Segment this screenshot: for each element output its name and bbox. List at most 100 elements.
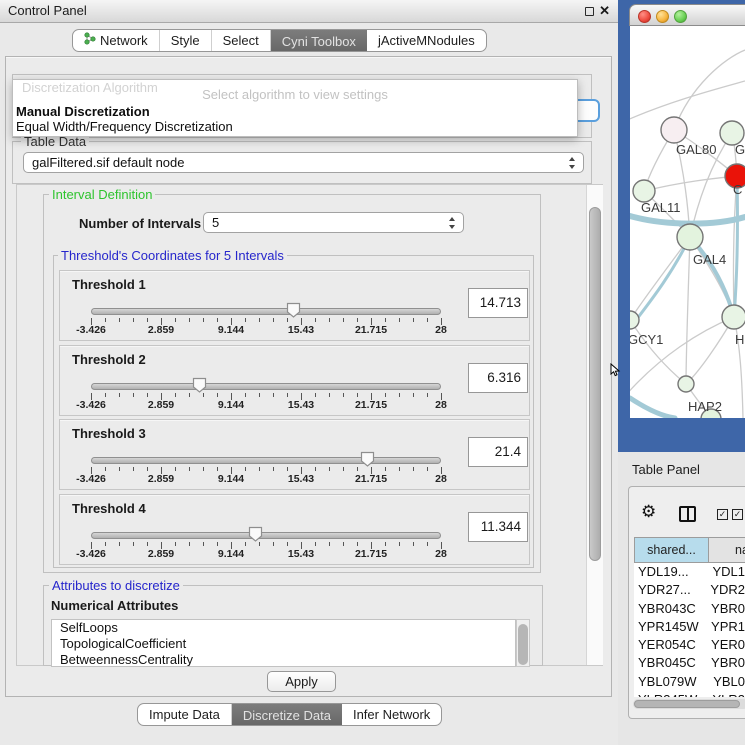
split-columns-icon[interactable] [679, 506, 696, 522]
tab-label: jActiveMNodules [378, 30, 475, 51]
slider-thumb[interactable] [286, 302, 301, 318]
slider-thumb[interactable] [248, 526, 263, 542]
tab-discretize-data[interactable]: Discretize Data [232, 703, 342, 726]
interval-definition-group: Interval Definition Number of Intervals … [43, 194, 541, 573]
network-node[interactable] [633, 180, 655, 202]
tab-label: Discretize Data [243, 705, 331, 726]
zoom-window-icon[interactable] [674, 10, 687, 23]
vertical-scrollbar-thumb[interactable] [589, 207, 601, 561]
slider-tick [413, 542, 414, 546]
slider-tick [357, 542, 358, 546]
checkbox-icon[interactable]: ✓ [717, 509, 728, 520]
network-view-window: GAL80GCGAL11GAL4GCY1HHAP2 [618, 0, 745, 452]
table-row[interactable]: YER054CYER0 [634, 636, 745, 654]
slider-tick-label: 21.715 [346, 399, 396, 411]
table-row[interactable]: YBL079WYBL0 [634, 673, 745, 691]
slider-tick [427, 467, 428, 471]
network-node-label: GAL80 [676, 142, 716, 157]
number-of-intervals-combo[interactable]: 5 [203, 212, 464, 233]
threshold-value-field[interactable]: 11.344 [468, 512, 528, 542]
slider-track[interactable] [91, 532, 441, 539]
slider-tick [273, 393, 274, 397]
network-node-label: H [735, 332, 744, 347]
algorithm-option-manual[interactable]: Manual Discretization [15, 104, 575, 119]
cell-shared-name: YDL19... [634, 563, 708, 581]
table-row[interactable]: YPR145WYPR1 [634, 618, 745, 636]
column-header-name[interactable]: na [709, 537, 745, 563]
network-window-titlebar[interactable] [629, 4, 745, 26]
attributes-scrollbar[interactable] [516, 619, 530, 667]
slider-tick [245, 393, 246, 397]
slider-tick [133, 393, 134, 397]
threshold-label: Threshold 1 [72, 277, 146, 292]
tab-cyni-toolbox[interactable]: Cyni Toolbox [271, 29, 367, 52]
slider-track[interactable] [91, 383, 441, 390]
threshold-value-field[interactable]: 14.713 [468, 288, 528, 318]
threshold-value-field[interactable]: 6.316 [468, 363, 528, 393]
slider-tick-label: -3.426 [66, 548, 116, 560]
network-edge-highlighted [630, 398, 675, 418]
numerical-attributes-list[interactable]: SelfLoopsTopologicalCoefficientBetweenne… [51, 619, 516, 667]
table-row[interactable]: YBR043CYBR0 [634, 600, 745, 618]
slider-tick [175, 542, 176, 546]
tab-infer-network[interactable]: Infer Network [342, 704, 441, 725]
close-icon[interactable]: ✕ [599, 0, 610, 22]
checkbox-icon[interactable]: ✓ [732, 509, 743, 520]
network-node-label: GAL11 [641, 200, 681, 215]
slider-tick [357, 318, 358, 322]
float-window-icon[interactable] [585, 7, 594, 16]
slider-tick [413, 393, 414, 397]
table-row[interactable]: YLR345WYLR3 [634, 691, 745, 697]
algorithm-option-equal-width[interactable]: Equal Width/Frequency Discretization [15, 119, 575, 134]
network-node[interactable] [678, 376, 694, 392]
attribute-list-item[interactable]: TopologicalCoefficient [52, 636, 515, 652]
cell-name: YDL1 [708, 563, 745, 581]
table-panel-box: ⚙ ✓ ✓ shared... na YDL19...YDL1YDR27...Y… [628, 486, 745, 719]
tab-network[interactable]: Network [73, 30, 160, 51]
table-row[interactable]: YDR27...YDR2 [634, 581, 745, 599]
slider-thumb[interactable] [192, 377, 207, 393]
network-node[interactable] [722, 305, 745, 329]
table-row[interactable]: YDL19...YDL1 [634, 563, 745, 581]
minimize-window-icon[interactable] [656, 10, 669, 23]
cell-shared-name: YER054C [634, 636, 707, 654]
close-window-icon[interactable] [638, 10, 651, 23]
control-panel: Control Panel ✕ NetworkStyleSelectCyni T… [0, 0, 618, 745]
column-header-shared-name[interactable]: shared... [634, 537, 709, 563]
threshold-value-field[interactable]: 21.4 [468, 437, 528, 467]
slider-tick [427, 393, 428, 397]
network-node[interactable] [661, 117, 687, 143]
network-graph: GAL80GCGAL11GAL4GCY1HHAP2 [630, 26, 745, 418]
tab-label: Infer Network [353, 704, 430, 725]
slider-tick-label: 9.144 [206, 399, 256, 411]
attribute-list-item[interactable]: SelfLoops [52, 620, 515, 636]
table-horizontal-scrollbar[interactable] [633, 699, 745, 709]
slider-track[interactable] [91, 308, 441, 315]
table-data-combo[interactable]: galFiltered.sif default node [23, 152, 584, 173]
tab-impute-data[interactable]: Impute Data [138, 704, 232, 725]
attributes-scrollbar-thumb[interactable] [518, 624, 528, 665]
vertical-scrollbar[interactable] [586, 185, 603, 665]
slider-track[interactable] [91, 457, 441, 464]
attribute-list-item[interactable]: BetweennessCentrality [52, 652, 515, 667]
numerical-attributes-label: Numerical Attributes [51, 598, 178, 613]
table-horizontal-scrollbar-thumb[interactable] [634, 700, 740, 708]
slider-tick [273, 318, 274, 322]
network-edge [630, 320, 686, 384]
cyni-toolbox-panel: Discretization Algorithm Select algorith… [5, 56, 612, 697]
network-node[interactable] [677, 224, 703, 250]
tab-select[interactable]: Select [212, 30, 271, 51]
network-node[interactable] [630, 311, 639, 329]
slider-thumb[interactable] [360, 451, 375, 467]
tab-label: Impute Data [149, 704, 220, 725]
cell-shared-name: YBL079W [634, 673, 709, 691]
slider-tick [399, 318, 400, 322]
slider-tick [329, 318, 330, 322]
table-row[interactable]: YBR045CYBR0 [634, 654, 745, 672]
network-node-label: HAP2 [688, 399, 722, 414]
apply-button[interactable]: Apply [267, 671, 336, 692]
tab-jactivemnodules[interactable]: jActiveMNodules [367, 30, 486, 51]
network-canvas[interactable]: GAL80GCGAL11GAL4GCY1HHAP2 [630, 26, 745, 418]
tab-style[interactable]: Style [160, 30, 212, 51]
gear-icon[interactable]: ⚙ [641, 502, 656, 522]
